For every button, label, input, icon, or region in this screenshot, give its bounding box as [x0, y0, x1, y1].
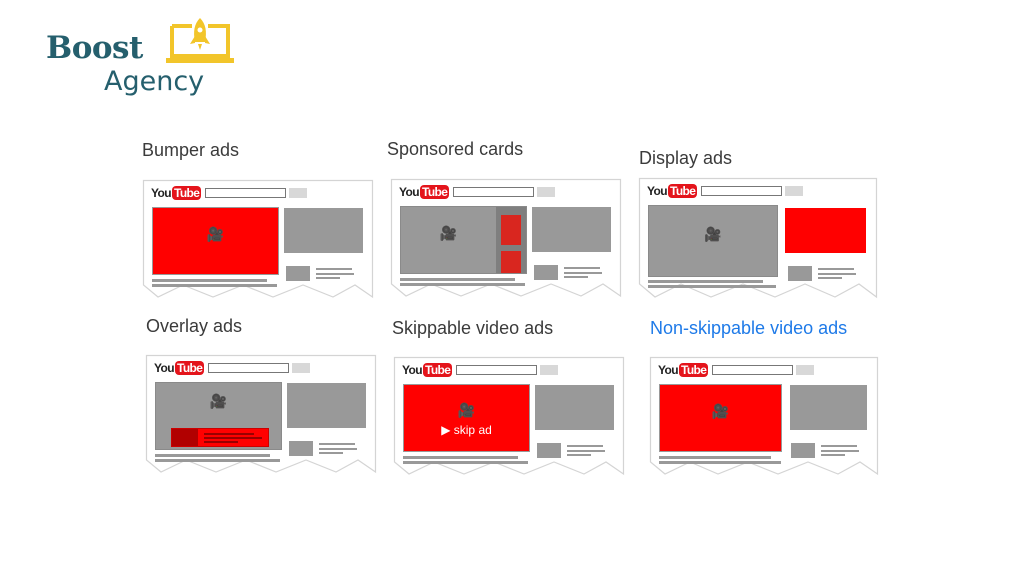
video-camera-icon: 🎥	[209, 393, 228, 410]
youtube-logo: You Tube	[154, 361, 205, 375]
video-player: 🎥	[648, 205, 778, 277]
video-camera-icon: 🎥	[439, 225, 458, 242]
search-button	[537, 187, 555, 197]
youtube-logo: You Tube	[647, 184, 698, 198]
text-line	[821, 454, 845, 456]
text-line	[648, 285, 776, 288]
mockup-non-skippable-video-ads: You Tube 🎥	[649, 356, 879, 476]
title-overlay-ads: Overlay ads	[146, 316, 243, 336]
thumbnail-placeholder	[286, 266, 310, 281]
title-bumper-ads: Bumper ads	[142, 140, 240, 160]
text-line	[400, 278, 515, 281]
video-player-ad: 🎥	[659, 384, 782, 452]
text-line	[818, 277, 842, 279]
search-button	[785, 186, 803, 196]
text-line	[818, 273, 856, 275]
text-line	[152, 279, 267, 282]
text-line	[567, 454, 591, 456]
title-skippable-video-ads: Skippable video ads	[392, 318, 554, 338]
video-camera-icon: 🎥	[457, 402, 476, 419]
video-camera-icon: 🎥	[704, 226, 722, 242]
text-line	[564, 267, 600, 269]
search-box	[701, 186, 782, 196]
sidebar-placeholder	[287, 383, 366, 428]
brand-logo: Boost Agency	[46, 16, 236, 100]
mockup-bumper-ads: You Tube 🎥	[142, 179, 374, 299]
youtube-logo: You Tube	[658, 363, 709, 377]
video-player-ad: 🎥 ▶ skip ad	[403, 384, 530, 452]
sidebar-placeholder	[532, 207, 611, 252]
text-line	[204, 437, 262, 439]
thumbnail-placeholder	[534, 265, 558, 280]
title-display-ads: Display ads	[639, 148, 733, 168]
text-line	[403, 456, 518, 459]
sidebar-placeholder	[790, 385, 867, 430]
search-button	[292, 363, 310, 373]
search-box	[208, 363, 289, 373]
overlay-ad-image	[172, 429, 198, 446]
sponsored-card	[501, 251, 521, 273]
text-line	[564, 272, 602, 274]
text-line	[567, 445, 603, 447]
mockup-sponsored-cards: You Tube 🎥	[390, 178, 622, 298]
youtube-logo: You Tube	[151, 186, 202, 200]
search-box	[712, 365, 793, 375]
mockup-skippable-video-ads: You Tube 🎥 ▶ skip ad	[393, 356, 625, 476]
text-line	[403, 461, 528, 464]
sponsored-cards-panel	[496, 207, 526, 273]
search-button	[289, 188, 307, 198]
text-line	[204, 433, 254, 435]
sidebar-placeholder	[284, 208, 363, 253]
text-line	[818, 268, 854, 270]
sponsored-card	[501, 215, 521, 245]
overlay-ad-banner	[171, 428, 269, 447]
rocket-laptop-icon	[166, 18, 234, 63]
text-line	[316, 268, 352, 270]
text-line	[821, 445, 857, 447]
text-line	[400, 283, 525, 286]
youtube-logo: You Tube	[399, 185, 450, 199]
text-line	[155, 454, 270, 457]
search-box	[456, 365, 537, 375]
text-line	[319, 448, 357, 450]
thumbnail-placeholder	[788, 266, 812, 281]
text-line	[648, 280, 763, 283]
skip-ad-button: ▶ skip ad	[441, 422, 492, 437]
search-button	[540, 365, 558, 375]
text-line	[155, 459, 280, 462]
text-line	[316, 273, 354, 275]
text-line	[316, 277, 340, 279]
video-player: 🎥	[155, 382, 282, 450]
text-line	[659, 461, 781, 464]
text-line	[204, 441, 238, 443]
search-box	[453, 187, 534, 197]
video-player: 🎥	[400, 206, 527, 274]
title-non-skippable-video-ads: Non-skippable video ads	[650, 318, 848, 338]
thumbnail-placeholder	[289, 441, 313, 456]
text-line	[319, 443, 355, 445]
display-ad-banner	[785, 208, 866, 253]
thumbnail-placeholder	[537, 443, 561, 458]
thumbnail-placeholder	[791, 443, 815, 458]
search-button	[796, 365, 814, 375]
video-camera-icon: 🎥	[711, 403, 730, 420]
mockup-display-ads: You Tube 🎥	[638, 177, 878, 299]
text-line	[821, 450, 859, 452]
text-line	[659, 456, 771, 459]
brand-name-boost: Boost	[46, 30, 143, 66]
video-camera-icon: 🎥	[206, 226, 225, 243]
youtube-logo: You Tube	[402, 363, 453, 377]
sidebar-placeholder	[535, 385, 614, 430]
brand-name-agency: Agency	[104, 66, 205, 97]
mockup-overlay-ads: You Tube 🎥	[145, 354, 377, 474]
text-line	[567, 450, 605, 452]
title-sponsored-cards: Sponsored cards	[387, 139, 524, 159]
text-line	[152, 284, 277, 287]
text-line	[564, 276, 588, 278]
search-box	[205, 188, 286, 198]
text-line	[319, 452, 343, 454]
video-player-ad: 🎥	[152, 207, 279, 275]
